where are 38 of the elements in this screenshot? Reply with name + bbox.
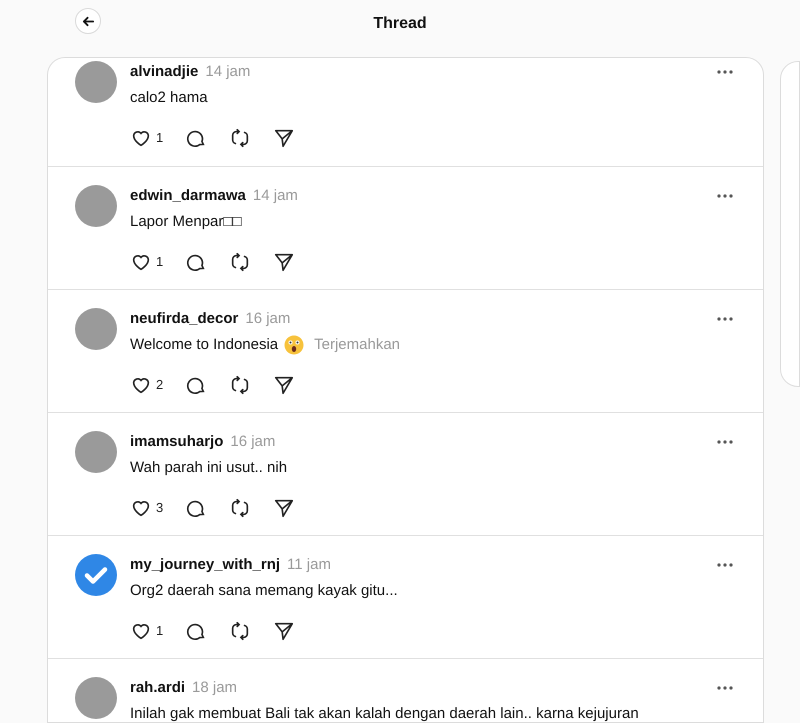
avatar-photo-placeholder (75, 185, 117, 227)
more-options-icon[interactable] (717, 686, 734, 690)
reply-text: Welcome to Indonesia (130, 335, 278, 355)
avatar-photo-placeholder (75, 677, 117, 719)
checkmark-badge-icon (75, 554, 117, 596)
username[interactable]: edwin_darmawa (130, 184, 246, 208)
username[interactable]: imamsuharjo (130, 430, 224, 454)
timestamp: 11 jam (287, 554, 331, 575)
reply-text: calo2 hama (130, 88, 208, 108)
username[interactable]: alvinadjie (130, 60, 198, 84)
like-count: 2 (156, 376, 164, 394)
more-options-icon[interactable] (717, 563, 734, 567)
reply-text: Lapor Menpar□□ (130, 212, 242, 232)
back-arrow-icon (82, 14, 94, 28)
page-title: Thread (373, 15, 427, 32)
reply-text: Org2 daerah sana memang kayak gitu... (130, 581, 398, 601)
like-count: 1 (156, 252, 164, 271)
reply-text: Wah parah ini usut.. nih (130, 458, 288, 478)
like-count: 1 (156, 128, 164, 147)
back-button[interactable] (75, 8, 101, 34)
avatar-photo-placeholder (75, 61, 117, 103)
more-options-icon[interactable] (717, 70, 734, 74)
timestamp: 14 jam (205, 62, 250, 82)
avatar-photo-placeholder (75, 431, 117, 473)
username[interactable]: neufirda_decor (130, 308, 238, 330)
username[interactable]: my_journey_with_rnj (130, 554, 280, 576)
like-count: 3 (156, 498, 164, 517)
username[interactable]: rah.ardi (130, 676, 186, 700)
timestamp: 18 jam (192, 678, 238, 698)
like-count: 1 (156, 622, 164, 640)
timestamp: 16 jam (245, 308, 290, 329)
timestamp: 16 jam (230, 432, 276, 452)
timestamp: 14 jam (252, 186, 298, 206)
reply-text: Inilah gak membuat Bali tak akan kalah dengan daerah lain.. karna kejujuran (130, 704, 639, 722)
more-options-icon[interactable] (717, 194, 734, 198)
avatar-photo-placeholder (75, 308, 117, 350)
more-options-icon[interactable] (717, 317, 734, 321)
more-options-icon[interactable] (717, 440, 734, 444)
